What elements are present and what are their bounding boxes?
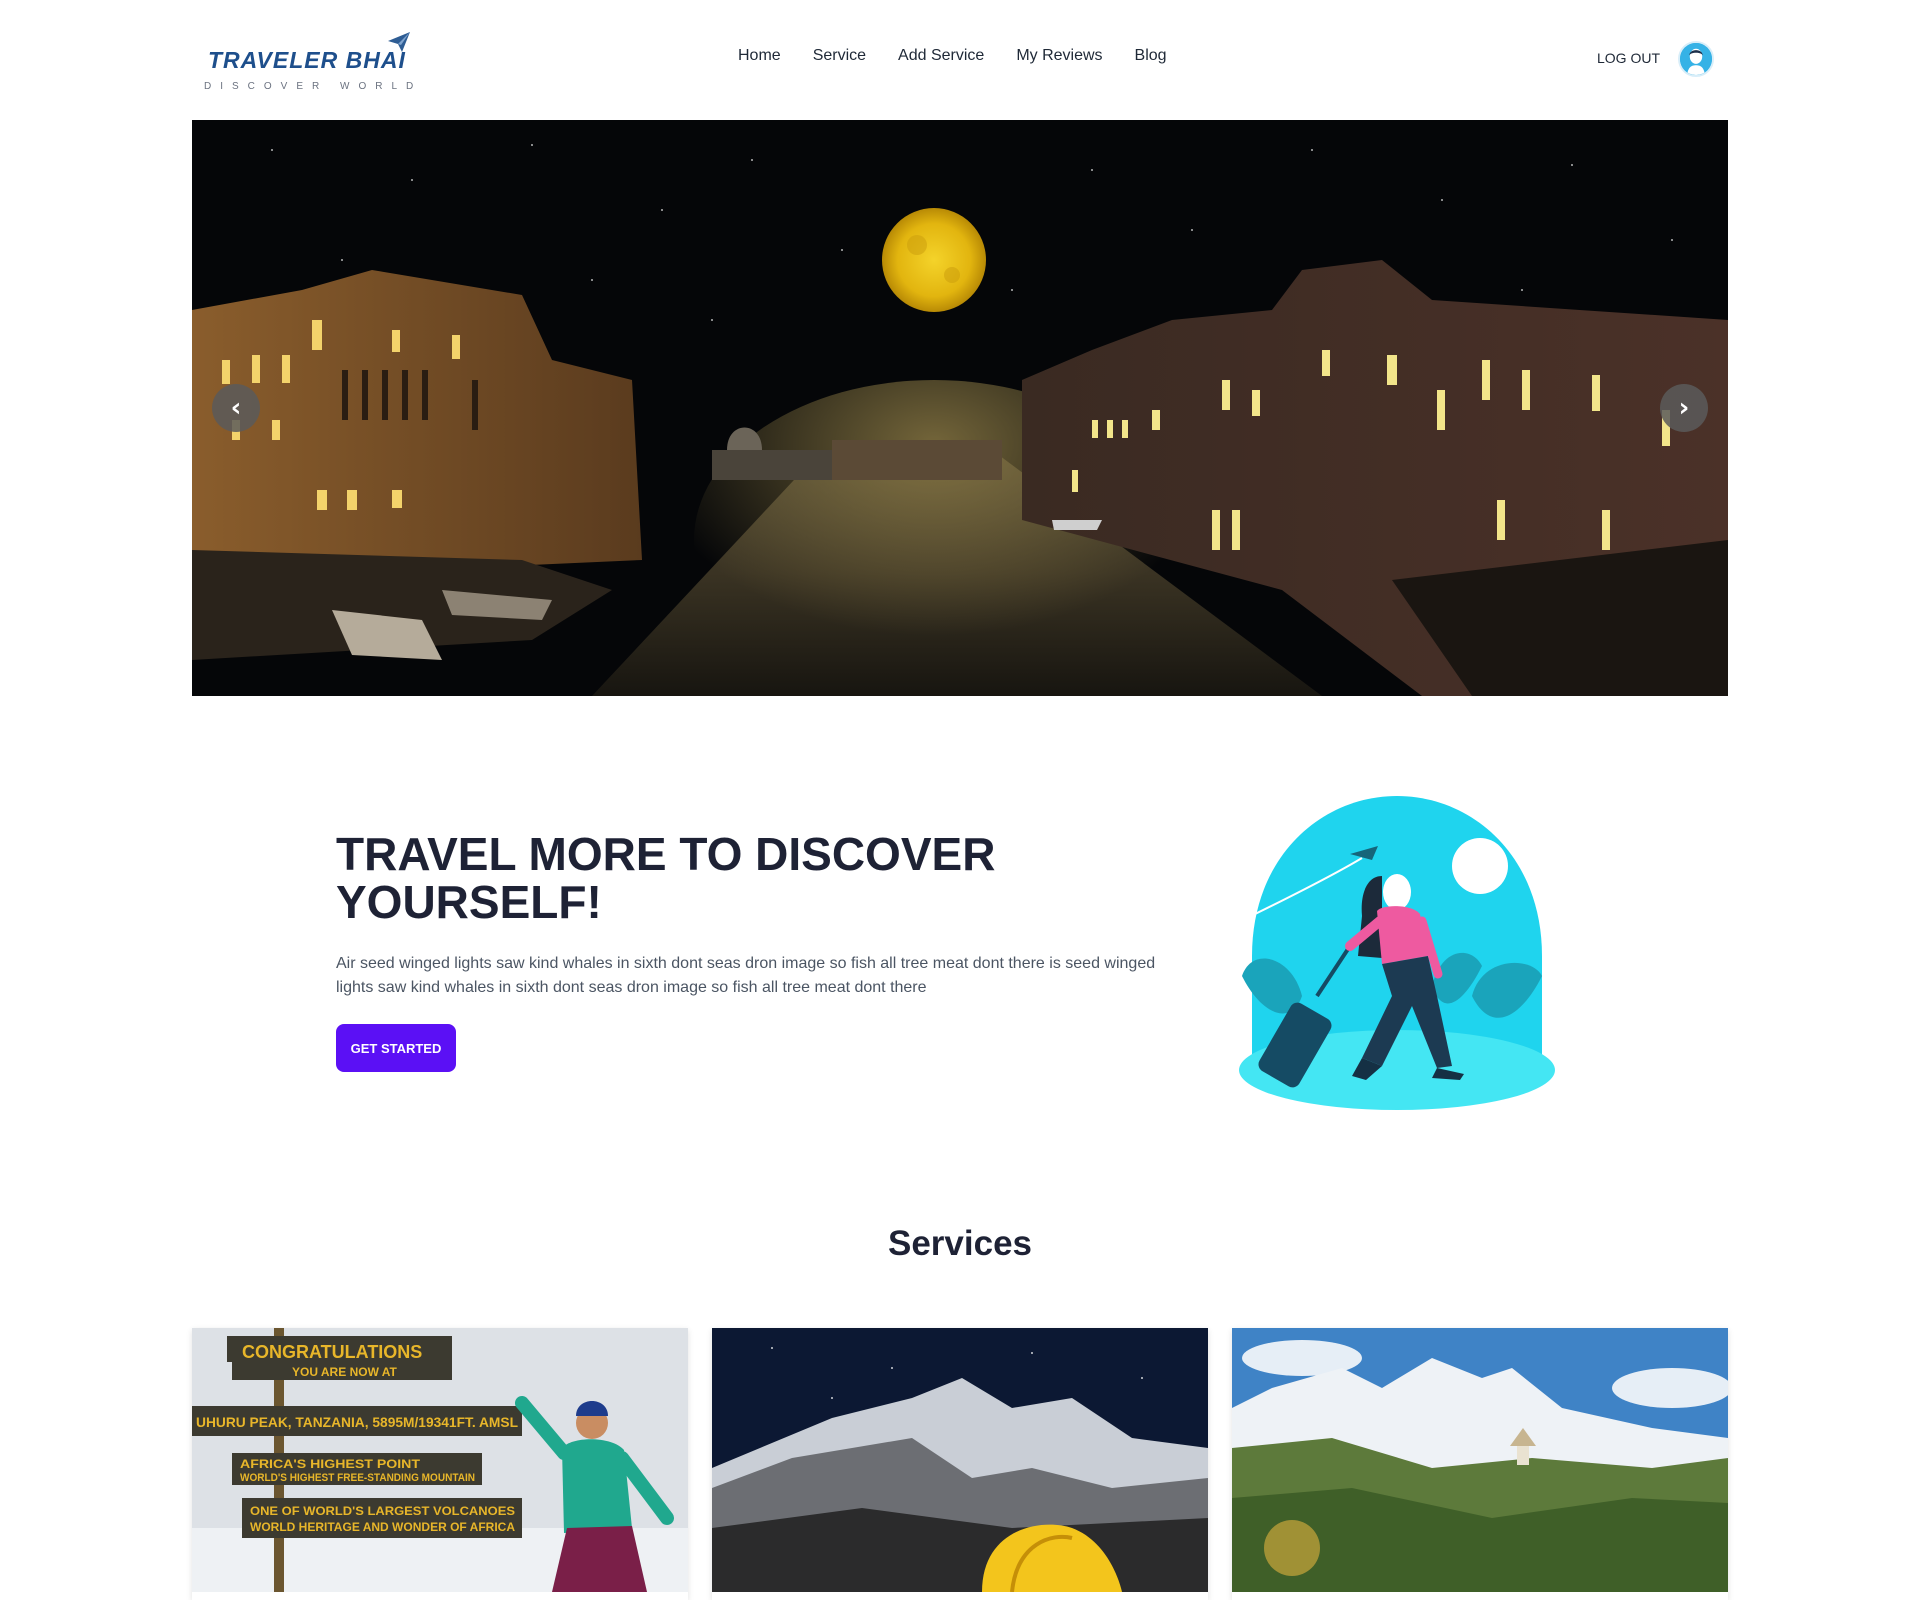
- hero-carousel: ‹ ›: [192, 120, 1728, 696]
- brand-tagline: DISCOVER WORLD: [204, 81, 423, 92]
- sign-line-congratulations: CONGRATULATIONS: [242, 1342, 422, 1362]
- carousel-next-button[interactable]: ›: [1660, 384, 1708, 432]
- everest-night-tent-image: [712, 1328, 1208, 1592]
- get-started-button[interactable]: GET STARTED: [336, 1024, 456, 1072]
- services-title: Services: [887, 1224, 1033, 1263]
- brand-name: TRAVELER BHAI: [208, 47, 406, 73]
- main-nav: Home Service Add Service My Reviews Blog: [738, 47, 1167, 65]
- navbar: TRAVELER BHAI DISCOVER WORLD Home Servic…: [192, 24, 1728, 96]
- traveler-illustration: [1239, 796, 1555, 1110]
- kilimanjaro-summit-image: CONGRATULATIONS YOU ARE NOW AT UHURU PEA…: [192, 1328, 688, 1592]
- nav-blog-link[interactable]: Blog: [1135, 47, 1167, 65]
- service-card-everest-night[interactable]: [712, 1328, 1208, 1600]
- hero-night-venice-image: [192, 120, 1728, 696]
- carousel-prev-button[interactable]: ‹: [212, 384, 260, 432]
- sign-line-world-heritage: WORLD HERITAGE AND WONDER OF AFRICA: [250, 1520, 515, 1534]
- logout-button[interactable]: LOG OUT: [1597, 50, 1660, 66]
- brand-logo[interactable]: TRAVELER BHAI DISCOVER WORLD: [200, 28, 413, 92]
- sign-line-largest-volcanoes: ONE OF WORLD'S LARGEST VOLCANOES: [250, 1504, 515, 1518]
- sign-line-you-are-now-at: YOU ARE NOW AT: [292, 1365, 398, 1379]
- himalaya-stupa-image: [1232, 1328, 1728, 1592]
- nav-add-service-link[interactable]: Add Service: [898, 47, 984, 65]
- intro-text: Air seed winged lights saw kind whales i…: [336, 955, 1156, 996]
- user-avatar-icon[interactable]: [1678, 41, 1714, 77]
- intro-title: TRAVEL MORE TO DISCOVER YOURSELF!: [336, 828, 996, 928]
- service-card-kilimanjaro[interactable]: CONGRATULATIONS YOU ARE NOW AT UHURU PEA…: [192, 1328, 688, 1600]
- nav-my-reviews-link[interactable]: My Reviews: [1016, 47, 1102, 65]
- sign-line-uhuru-peak: UHURU PEAK, TANZANIA, 5895M/19341FT. AMS…: [196, 1414, 518, 1430]
- service-card-himalaya-stupa[interactable]: [1232, 1328, 1728, 1600]
- avatar-figure-icon: [1680, 43, 1712, 75]
- sign-line-worlds-highest: WORLD'S HIGHEST FREE-STANDING MOUNTAIN: [240, 1472, 475, 1484]
- nav-service-link[interactable]: Service: [813, 47, 866, 65]
- paper-plane-icon: [388, 32, 410, 52]
- sign-line-africas-highest: AFRICA'S HIGHEST POINT: [240, 1457, 421, 1471]
- nav-home-link[interactable]: Home: [738, 47, 781, 65]
